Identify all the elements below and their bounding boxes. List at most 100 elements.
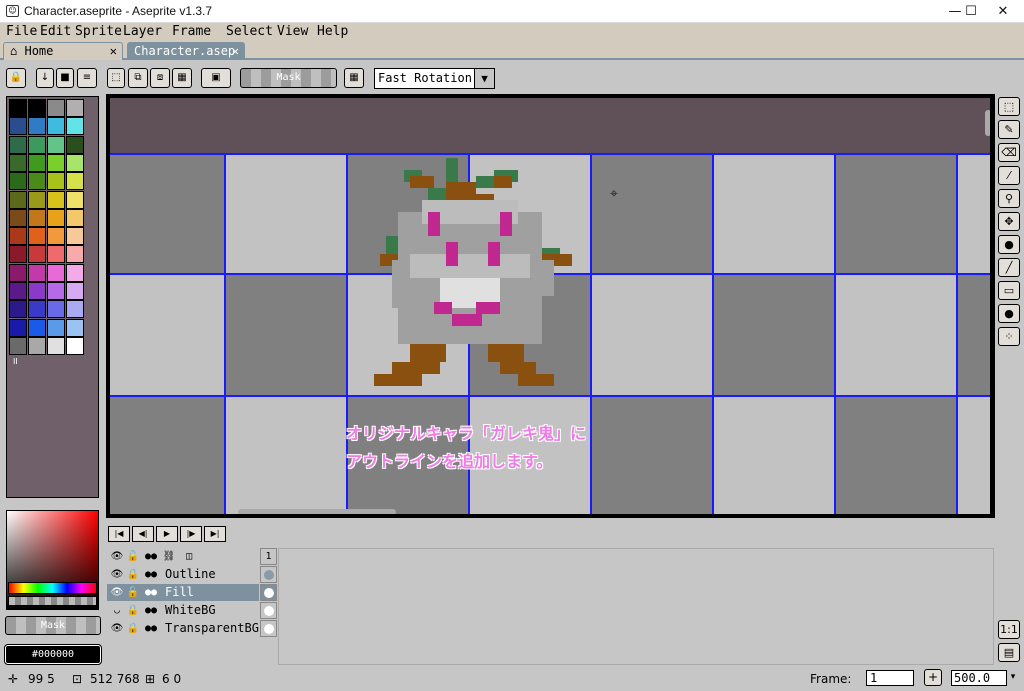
eye-closed-icon[interactable]: ◡ xyxy=(109,602,125,619)
palette-swatch[interactable] xyxy=(28,300,46,319)
color-spectrum[interactable] xyxy=(6,510,99,610)
alpha-slider[interactable] xyxy=(8,596,97,606)
palette-swatch[interactable] xyxy=(47,153,65,172)
palette-swatch[interactable] xyxy=(28,153,46,172)
palette-swatch[interactable] xyxy=(47,263,65,282)
palette-swatch[interactable] xyxy=(66,153,84,172)
palette-swatch[interactable] xyxy=(9,117,27,136)
menu-frame[interactable]: Frame xyxy=(172,23,211,40)
palette-swatch[interactable] xyxy=(28,172,46,191)
palette-swatch[interactable] xyxy=(28,318,46,337)
tab-character[interactable]: Character.asep ✕ xyxy=(127,42,245,60)
lock-icon[interactable]: 🔒 xyxy=(6,68,26,88)
lock-header-icon[interactable]: 🔓 xyxy=(125,548,141,565)
continuous-icon[interactable]: ●● xyxy=(143,602,159,619)
play-icon[interactable]: ▶ xyxy=(156,526,178,542)
continuous-icon[interactable]: ●● xyxy=(143,566,159,583)
palette-swatch[interactable] xyxy=(28,135,46,154)
eyedropper-icon[interactable]: ⁄ xyxy=(998,166,1020,185)
menu-select[interactable]: Select xyxy=(226,23,273,40)
palette-swatch[interactable] xyxy=(9,208,27,227)
layer-row-fill[interactable]: 👁 🔓 ●● Fill xyxy=(107,584,259,601)
palette-swatch[interactable] xyxy=(66,117,84,136)
line-icon[interactable]: ╱ xyxy=(998,258,1020,277)
layer-row-outline[interactable]: 👁 🔒 ●● Outline xyxy=(107,566,259,583)
close-button[interactable]: ✕ xyxy=(980,0,1024,23)
hue-slider[interactable] xyxy=(8,582,97,594)
eraser-icon[interactable]: ⌫ xyxy=(998,143,1020,162)
film-icon[interactable]: ▤ xyxy=(998,643,1020,662)
color-hex-field[interactable]: #000000 xyxy=(4,644,102,665)
palette-swatch[interactable] xyxy=(28,336,46,355)
visibility-header-icon[interactable]: 👁 xyxy=(109,548,125,565)
palette-swatch[interactable] xyxy=(9,336,27,355)
selection-replace-icon[interactable]: ⬚ xyxy=(107,68,125,88)
mask-color-button[interactable]: Mask xyxy=(240,68,337,88)
spray-icon[interactable]: ⁘ xyxy=(998,327,1020,346)
menu-help[interactable]: Help xyxy=(317,23,348,40)
lock-icon[interactable]: 🔒 xyxy=(125,620,141,637)
layer-row-transparentbg[interactable]: 👁 🔒 ●● TransparentBG xyxy=(107,620,259,637)
lock-icon[interactable]: 🔓 xyxy=(125,584,141,601)
chevron-down-icon[interactable]: ▼ xyxy=(474,69,494,88)
menu-edit[interactable]: Edit xyxy=(40,23,71,40)
pivot-icon[interactable]: ▦ xyxy=(344,68,364,88)
menu-sprite[interactable]: Sprite xyxy=(75,23,122,40)
horizontal-scrollbar[interactable] xyxy=(238,509,396,514)
vertical-scrollbar[interactable] xyxy=(985,110,990,136)
onion-skin-icon[interactable]: ◫ xyxy=(181,548,197,565)
menu-file[interactable]: File xyxy=(6,23,37,40)
close-tab-character-icon[interactable]: ✕ xyxy=(232,43,239,59)
palette-swatch[interactable] xyxy=(66,135,84,154)
palette-swatch[interactable] xyxy=(9,99,27,117)
palette-swatch[interactable] xyxy=(28,227,46,246)
palette-swatch[interactable] xyxy=(66,336,84,355)
palette-swatch[interactable] xyxy=(28,117,46,136)
palette-swatch[interactable] xyxy=(66,300,84,319)
cel-transparentbg[interactable] xyxy=(260,620,277,637)
palette-swatch[interactable] xyxy=(47,172,65,191)
transparent-color-icon[interactable]: ▣ xyxy=(201,68,231,88)
frame-input[interactable]: 1 xyxy=(866,670,914,686)
palette-swatch[interactable] xyxy=(47,190,65,209)
palette-swatch[interactable] xyxy=(47,282,65,300)
palette-swatch[interactable] xyxy=(66,245,84,264)
next-frame-icon[interactable]: |▶ xyxy=(180,526,202,542)
move-icon[interactable]: ✥ xyxy=(998,212,1020,231)
list-menu-icon[interactable]: ≡ xyxy=(77,68,97,88)
editor-canvas-area[interactable]: ⌖ オリジナルキャラ「ガレキ鬼」に アウトラインを追加します。 xyxy=(110,98,990,514)
fill-square-icon[interactable]: ■ xyxy=(56,68,74,88)
menu-view[interactable]: View xyxy=(277,23,308,40)
palette-swatch[interactable] xyxy=(28,190,46,209)
palette-swatch[interactable] xyxy=(66,318,84,337)
palette-swatch[interactable] xyxy=(66,227,84,246)
palette-swatch[interactable] xyxy=(47,99,65,117)
cel-outline[interactable] xyxy=(260,566,277,583)
last-frame-icon[interactable]: ▶| xyxy=(204,526,226,542)
first-frame-icon[interactable]: |◀ xyxy=(108,526,130,542)
palette-swatch[interactable] xyxy=(9,135,27,154)
palette-swatch[interactable] xyxy=(47,300,65,319)
sprite-editor[interactable]: ⌖ オリジナルキャラ「ガレキ鬼」に アウトラインを追加します。 xyxy=(106,94,995,518)
menu-layer[interactable]: Layer xyxy=(123,23,162,40)
blob-icon[interactable]: ● xyxy=(998,304,1020,323)
tab-home[interactable]: ⌂ Home ✕ xyxy=(3,42,123,60)
frame-header-1[interactable]: 1 xyxy=(260,548,277,565)
continuous-icon[interactable]: ●● xyxy=(143,584,159,601)
lock-icon[interactable]: 🔒 xyxy=(125,602,141,619)
layer-row-whitebg[interactable]: ◡ 🔒 ●● WhiteBG xyxy=(107,602,259,619)
palette-swatch[interactable] xyxy=(66,208,84,227)
selection-add-icon[interactable]: ⧉ xyxy=(128,68,148,88)
palette-swatch[interactable] xyxy=(9,153,27,172)
cel-whitebg[interactable] xyxy=(260,602,277,619)
palette-swatch[interactable] xyxy=(66,282,84,300)
continuous-header-icon[interactable]: ●● xyxy=(143,548,159,565)
palette-swatch[interactable] xyxy=(47,208,65,227)
mask-color-swatch[interactable]: Mask xyxy=(5,616,101,635)
palette-swatch[interactable] xyxy=(9,190,27,209)
palette-swatch[interactable] xyxy=(47,318,65,337)
palette-swatch[interactable] xyxy=(66,263,84,282)
zoom-dropdown-icon[interactable]: ▾ xyxy=(1008,672,1018,684)
pencil-icon[interactable]: ✎ xyxy=(998,120,1020,139)
palette-swatch[interactable] xyxy=(66,99,84,117)
